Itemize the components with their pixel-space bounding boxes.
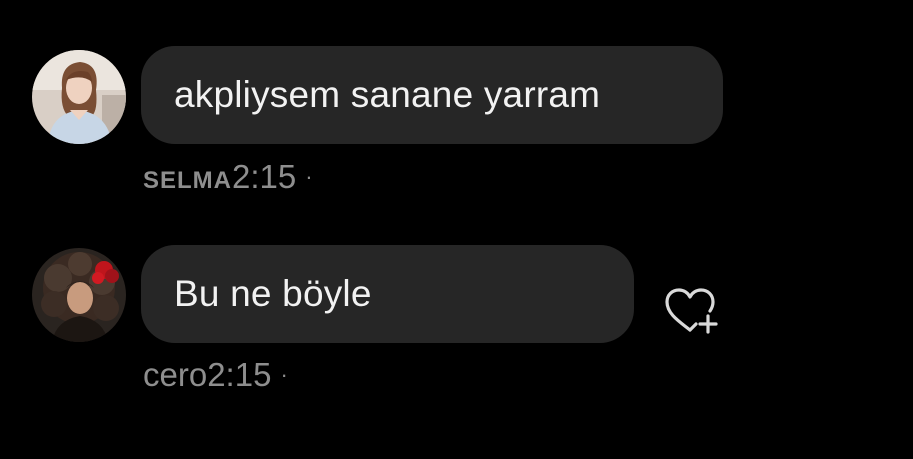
sender-name[interactable]: cero — [143, 356, 207, 394]
message-row: Bu ne böyle cero 2:15 · — [0, 220, 913, 459]
avatar-photo — [32, 248, 126, 342]
message-row: akpliysem sanane yarram SELMA 2:15 · — [0, 0, 913, 220]
message-text: akpliysem sanane yarram — [174, 74, 601, 115]
sender-name[interactable]: SELMA — [143, 167, 232, 195]
message-meta: cero 2:15 · — [143, 356, 288, 394]
heart-add-icon — [665, 288, 718, 334]
message-text: Bu ne böyle — [174, 273, 372, 314]
message-bubble[interactable]: akpliysem sanane yarram — [141, 46, 723, 144]
message-time: 2:15 — [207, 356, 272, 393]
message-time: 2:15 — [232, 158, 297, 195]
sender-avatar[interactable] — [32, 50, 126, 144]
message-bubble[interactable]: Bu ne böyle — [141, 245, 634, 343]
separator-dot: · — [280, 362, 288, 387]
avatar-photo — [32, 50, 126, 144]
message-meta: SELMA 2:15 · — [143, 158, 313, 196]
sender-avatar[interactable] — [32, 248, 126, 342]
separator-dot: · — [305, 164, 313, 189]
add-reaction-button[interactable] — [660, 286, 722, 336]
